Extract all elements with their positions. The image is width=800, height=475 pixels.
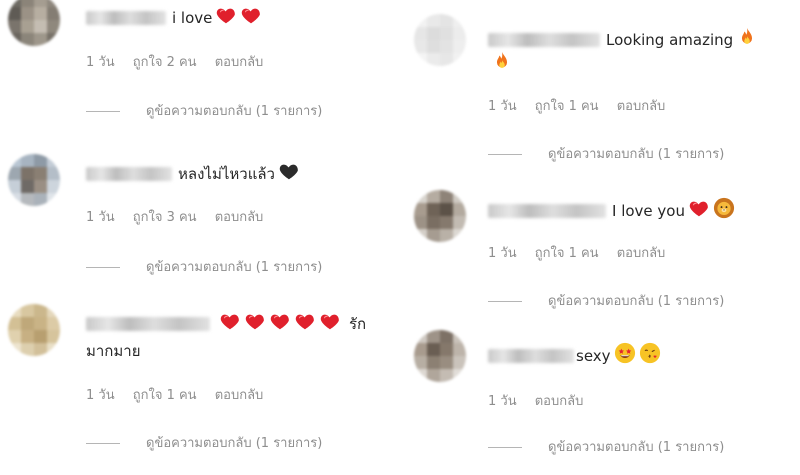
comment-line: sexy: [488, 342, 661, 370]
view-replies-label: ดูข้อความตอบกลับ (1 รายการ): [146, 260, 323, 275]
comment-line: I love you: [488, 197, 735, 225]
divider: [488, 154, 522, 155]
username-blurred[interactable]: [488, 349, 574, 363]
view-replies-button[interactable]: ดูข้อความตอบกลับ (1 รายการ): [86, 256, 322, 277]
reply-button[interactable]: ตอบกลับ: [617, 246, 666, 261]
comment-line: หลงไม่ไหวแล้ว: [86, 160, 300, 188]
comment-text: Looking amazing: [606, 31, 734, 49]
likes-count[interactable]: ถูกใจ 1 คน: [133, 388, 197, 403]
reply-button[interactable]: ตอบกลับ: [215, 388, 264, 403]
heart-icon: [294, 310, 316, 338]
divider: [86, 267, 120, 268]
username-blurred[interactable]: [488, 204, 606, 218]
reply-button[interactable]: ตอบกลับ: [617, 99, 666, 114]
avatar[interactable]: [8, 304, 60, 356]
comment-meta: 1 วัน ถูกใจ 2 คน ตอบกลับ: [86, 51, 277, 72]
fire-icon: [491, 50, 513, 78]
likes-count[interactable]: ถูกใจ 2 คน: [133, 55, 197, 70]
view-replies-button[interactable]: ดูข้อความตอบกลับ (1 รายการ): [488, 290, 724, 311]
username-blurred[interactable]: [86, 167, 172, 181]
divider: [86, 443, 120, 444]
comment-text: i love: [172, 9, 213, 27]
comment-age: 1 วัน: [488, 246, 517, 261]
view-replies-label: ดูข้อความตอบกลับ (1 รายการ): [548, 147, 725, 162]
comment-age: 1 วัน: [488, 99, 517, 114]
heart-icon: [215, 4, 237, 32]
view-replies-label: ดูข้อความตอบกลับ (1 รายการ): [548, 440, 725, 455]
comment-line: Looking amazing: [488, 26, 758, 54]
heart-icon: [319, 310, 341, 338]
heart-icon: [240, 4, 262, 32]
view-replies-label: ดูข้อความตอบกลับ (1 รายการ): [146, 436, 323, 451]
avatar[interactable]: [414, 14, 466, 66]
comment-age: 1 วัน: [86, 210, 115, 225]
comment-line: i love: [86, 4, 262, 32]
fire-icon: [736, 26, 758, 54]
comment-text-continuation: [488, 50, 513, 78]
comment-text: sexy: [576, 347, 611, 365]
comment-text: รัก: [349, 315, 367, 333]
username-blurred[interactable]: [86, 11, 166, 25]
comment-text: I love you: [612, 202, 685, 220]
likes-count[interactable]: ถูกใจ 3 คน: [133, 210, 197, 225]
username-blurred[interactable]: [488, 33, 600, 47]
likes-count[interactable]: ถูกใจ 1 คน: [535, 99, 599, 114]
reply-button[interactable]: ตอบกลับ: [215, 55, 264, 70]
heart-icon: [244, 310, 266, 338]
star-struck-icon: [614, 342, 636, 370]
comment-text: หลงไม่ไหวแล้ว: [178, 165, 275, 183]
heart-icon: [269, 310, 291, 338]
username-blurred[interactable]: [86, 317, 210, 331]
view-replies-label: ดูข้อความตอบกลับ (1 รายการ): [146, 104, 323, 119]
avatar[interactable]: [8, 0, 60, 46]
comment-meta: 1 วัน ตอบกลับ: [488, 390, 597, 411]
comment-age: 1 วัน: [488, 394, 517, 409]
avatar[interactable]: [8, 154, 60, 206]
lion-icon: [713, 197, 735, 225]
heart-icon: [688, 197, 710, 225]
comment-meta: 1 วัน ถูกใจ 1 คน ตอบกลับ: [86, 384, 277, 405]
divider: [86, 111, 120, 112]
avatar[interactable]: [414, 190, 466, 242]
view-replies-button[interactable]: ดูข้อความตอบกลับ (1 รายการ): [488, 143, 724, 164]
view-replies-button[interactable]: ดูข้อความตอบกลับ (1 รายการ): [86, 100, 322, 121]
black-heart-icon: [278, 160, 300, 188]
view-replies-label: ดูข้อความตอบกลับ (1 รายการ): [548, 294, 725, 309]
divider: [488, 447, 522, 448]
comment-age: 1 วัน: [86, 388, 115, 403]
comment-meta: 1 วัน ถูกใจ 1 คน ตอบกลับ: [488, 242, 679, 263]
view-replies-button[interactable]: ดูข้อความตอบกลับ (1 รายการ): [488, 436, 724, 457]
comment-age: 1 วัน: [86, 55, 115, 70]
comment-text-continuation: มากมาย: [86, 342, 141, 360]
comment-line: รัก: [86, 310, 366, 338]
comment-meta: 1 วัน ถูกใจ 1 คน ตอบกลับ: [488, 95, 679, 116]
kiss-face-icon: [639, 342, 661, 370]
heart-icon: [219, 310, 241, 338]
view-replies-button[interactable]: ดูข้อความตอบกลับ (1 รายการ): [86, 432, 322, 453]
divider: [488, 301, 522, 302]
avatar[interactable]: [414, 330, 466, 382]
reply-button[interactable]: ตอบกลับ: [535, 394, 584, 409]
reply-button[interactable]: ตอบกลับ: [215, 210, 264, 225]
likes-count[interactable]: ถูกใจ 1 คน: [535, 246, 599, 261]
comment-meta: 1 วัน ถูกใจ 3 คน ตอบกลับ: [86, 206, 277, 227]
